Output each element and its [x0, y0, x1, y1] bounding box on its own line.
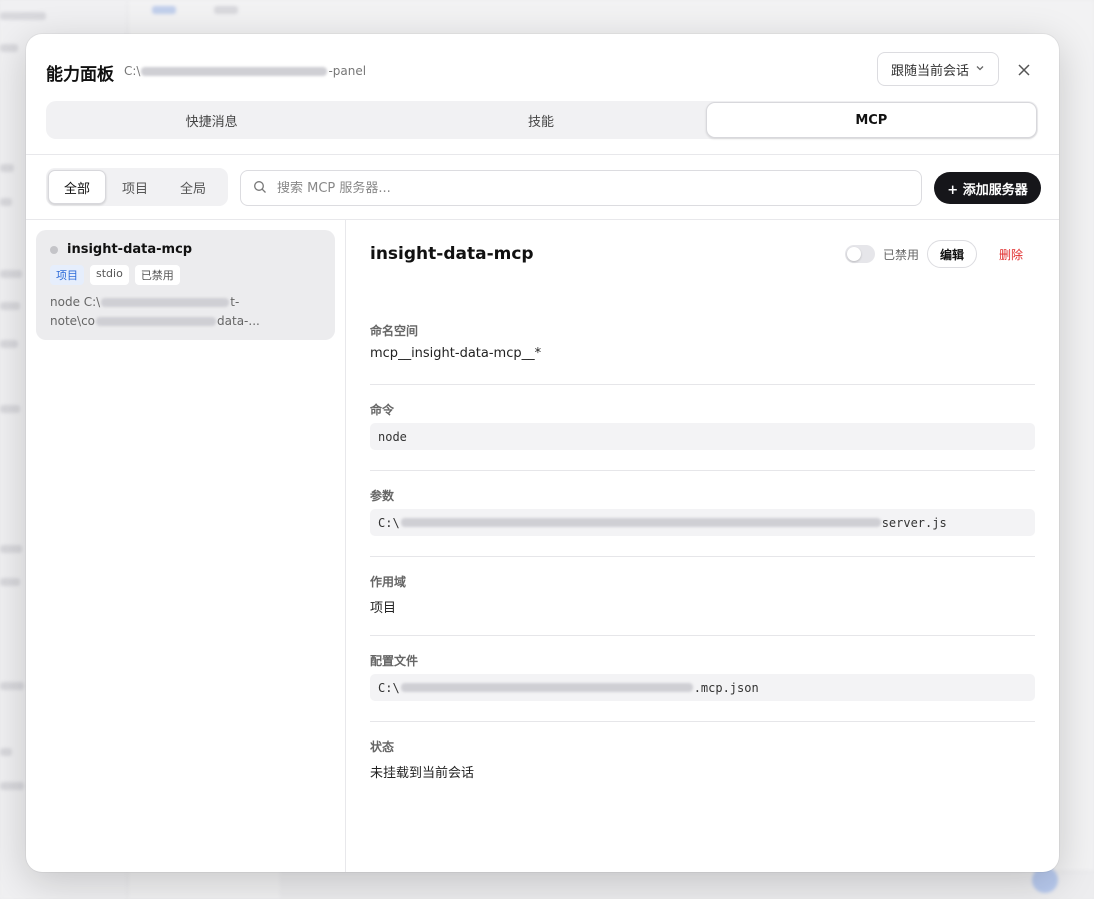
cmd-redacted — [101, 298, 230, 307]
search-input[interactable] — [277, 180, 877, 196]
detail-actions: 已禁用 编辑 删除 — [844, 240, 1035, 268]
args-label: 参数 — [370, 489, 395, 503]
args-redacted — [400, 518, 881, 527]
status-field: 状态 未挂载到当前会话 — [370, 738, 1035, 781]
search-box — [240, 170, 922, 206]
tab-skills[interactable]: 技能 — [376, 102, 705, 138]
server-name: insight-data-mcp — [67, 242, 193, 257]
session-follow-label: 跟随当前会话 — [890, 63, 969, 79]
close-icon[interactable] — [1012, 58, 1036, 82]
cmd-redacted — [96, 317, 217, 326]
status-value: 未挂载到当前会话 — [370, 766, 475, 781]
config-prefix: C:\ — [378, 680, 400, 695]
divider — [370, 384, 1035, 385]
scope-filter: 全部 项目 全局 — [46, 168, 228, 206]
path-prefix: C:\ — [124, 64, 141, 78]
server-detail: insight-data-mcp 已禁用 编辑 删除 命名空间 mcp__ins… — [370, 220, 1035, 872]
divider — [370, 635, 1035, 636]
filter-all[interactable]: 全部 — [48, 170, 106, 204]
project-path: C:\ -panel — [124, 64, 366, 78]
toggle-label: 已禁用 — [882, 247, 919, 262]
session-follow-select[interactable]: 跟随当前会话 — [877, 52, 999, 86]
args-field: 参数 C:\ server.js — [370, 487, 1035, 536]
scope-value: 项目 — [370, 601, 397, 616]
cmd-line2-suffix: data-... — [217, 314, 260, 328]
config-value: C:\ .mcp.json — [370, 674, 1035, 701]
disabled-badge: 已禁用 — [134, 265, 180, 285]
config-label: 配置文件 — [370, 654, 419, 668]
capability-panel-modal: 能力面板 C:\ -panel 跟随当前会话 快捷消息 技能 MCP 全部 项目… — [26, 34, 1059, 872]
args-value: C:\ server.js — [370, 509, 1035, 536]
cmd-line2-prefix: note\co — [50, 314, 96, 328]
path-redacted — [141, 66, 328, 76]
command-preview: node C:\ t- note\co data-... — [50, 293, 321, 331]
namespace-label: 命名空间 — [370, 324, 419, 338]
cmd-line1-suffix: t- — [230, 295, 240, 309]
edit-button[interactable]: 编辑 — [926, 240, 977, 268]
scope-field: 作用域 项目 — [370, 573, 1035, 616]
mcp-toolbar: 全部 项目 全局 + 添加服务器 — [26, 154, 1059, 220]
cmd-line1-prefix: node C:\ — [50, 295, 101, 309]
path-suffix: -panel — [328, 64, 367, 78]
config-field: 配置文件 C:\ .mcp.json — [370, 652, 1035, 701]
modal-title: 能力面板 — [46, 65, 114, 85]
scope-label: 作用域 — [370, 575, 407, 589]
namespace-field: 命名空间 mcp__insight-data-mcp__* — [370, 322, 1035, 361]
status-dot — [50, 245, 58, 254]
server-badges: 项目 stdio 已禁用 — [50, 265, 321, 285]
panel-tabs: 快捷消息 技能 MCP — [46, 101, 1038, 139]
background-status-bar — [280, 871, 1094, 899]
chevron-down-icon — [975, 63, 985, 76]
config-redacted — [400, 683, 693, 692]
config-suffix: .mcp.json — [693, 680, 759, 695]
tab-mcp[interactable]: MCP — [705, 102, 1037, 138]
namespace-value: mcp__insight-data-mcp__* — [370, 346, 542, 361]
filter-project[interactable]: 项目 — [106, 170, 164, 204]
divider — [370, 556, 1035, 557]
server-list: insight-data-mcp 项目 stdio 已禁用 node C:\ t… — [26, 220, 346, 872]
command-label: 命令 — [370, 403, 395, 417]
filter-global[interactable]: 全局 — [164, 170, 222, 204]
args-prefix: C:\ — [378, 515, 400, 530]
scope-badge: 项目 — [50, 265, 84, 285]
command-value: node — [370, 423, 1035, 450]
enable-toggle[interactable] — [844, 245, 875, 263]
divider — [370, 721, 1035, 722]
modal-header: 能力面板 C:\ -panel 跟随当前会话 快捷消息 技能 MCP — [26, 34, 1059, 154]
tab-quick-messages[interactable]: 快捷消息 — [47, 102, 376, 138]
detail-title: insight-data-mcp — [370, 244, 534, 264]
status-label: 状态 — [370, 740, 395, 754]
search-icon — [253, 179, 267, 198]
divider — [370, 470, 1035, 471]
transport-badge: stdio — [90, 265, 129, 285]
delete-button[interactable]: 删除 — [985, 246, 1035, 263]
command-field: 命令 node — [370, 401, 1035, 450]
args-suffix: server.js — [881, 515, 947, 530]
add-server-button[interactable]: + 添加服务器 — [934, 172, 1041, 204]
server-list-item[interactable]: insight-data-mcp 项目 stdio 已禁用 node C:\ t… — [36, 230, 335, 340]
